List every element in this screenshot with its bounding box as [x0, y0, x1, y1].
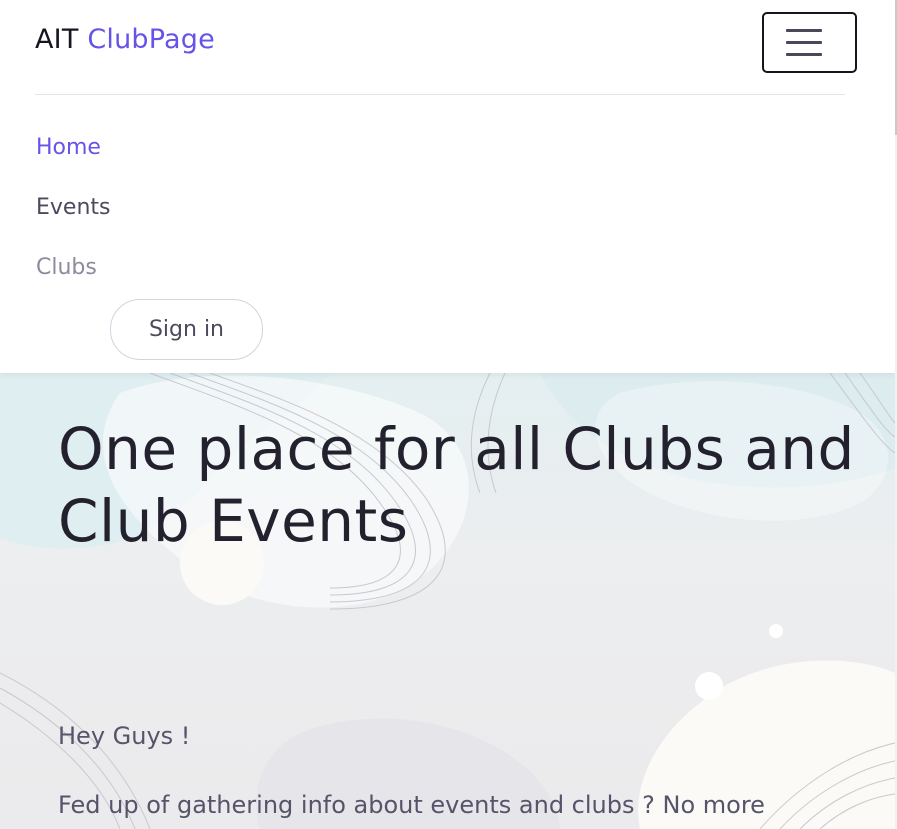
page: AIT ClubPage Home Events Clubs Sign in O…	[0, 0, 897, 829]
hero-greeting: Hey Guys !	[58, 722, 191, 750]
nav-divider	[35, 94, 845, 95]
hamburger-menu-icon-line	[786, 41, 822, 44]
brand-logo[interactable]: AIT ClubPage	[35, 24, 215, 55]
brand-name: ClubPage	[87, 24, 215, 55]
nav-link-clubs[interactable]: Clubs	[36, 255, 97, 280]
sign-in-button[interactable]: Sign in	[110, 299, 263, 360]
hero-section: One place for all Clubs and Club Events …	[0, 373, 895, 829]
hero-title: One place for all Clubs and Club Events	[58, 415, 855, 555]
hamburger-menu-icon	[786, 29, 822, 32]
navbar: AIT ClubPage Home Events Clubs Sign in	[0, 0, 895, 373]
nav-link-home[interactable]: Home	[36, 135, 101, 160]
hero-description: Fed up of gathering info about events an…	[58, 791, 765, 819]
hamburger-menu-icon-line	[786, 53, 822, 56]
navbar-toggler-button[interactable]	[762, 12, 857, 73]
brand-prefix: AIT	[35, 24, 79, 55]
nav-link-events[interactable]: Events	[36, 195, 111, 220]
